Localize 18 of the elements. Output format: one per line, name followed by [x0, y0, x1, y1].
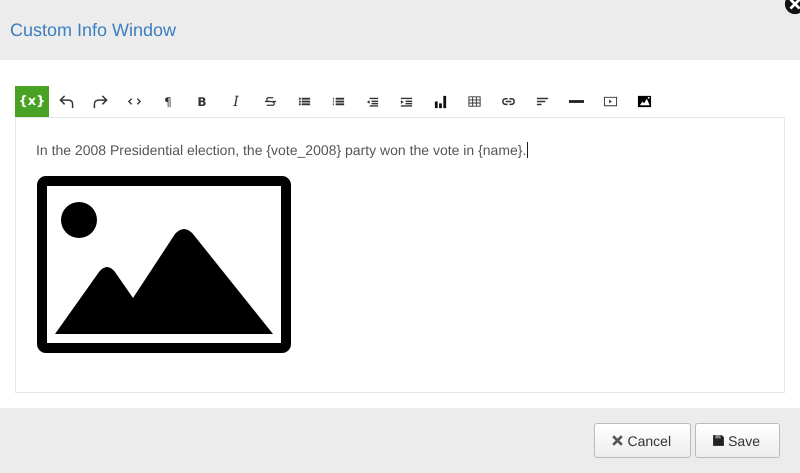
format-button[interactable]: ¶ [151, 86, 185, 117]
cancel-button[interactable]: Cancel [594, 423, 692, 458]
text-cursor [527, 142, 528, 158]
dialog-title: Custom Info Window [10, 20, 176, 40]
format-button[interactable]: B [185, 86, 219, 117]
image-icon [636, 94, 652, 109]
editor-area[interactable]: In the 2008 Presidential election, the {vote_2008} party won the vote in {name}. [15, 117, 785, 393]
save-button[interactable]: Save [695, 423, 780, 458]
redo-icon [92, 94, 108, 109]
table-icon [466, 94, 482, 109]
image-placeholder-icon [37, 176, 291, 353]
editor-text: In the 2008 Presidential election, the {vote_2008} party won the vote in {name}. [36, 142, 526, 158]
strikethrough-icon [262, 94, 278, 109]
format-button[interactable]: I [219, 86, 253, 117]
undo-icon [58, 94, 74, 109]
bar-chart-icon [432, 94, 448, 109]
close-icon [611, 434, 624, 447]
video-icon [602, 94, 618, 109]
